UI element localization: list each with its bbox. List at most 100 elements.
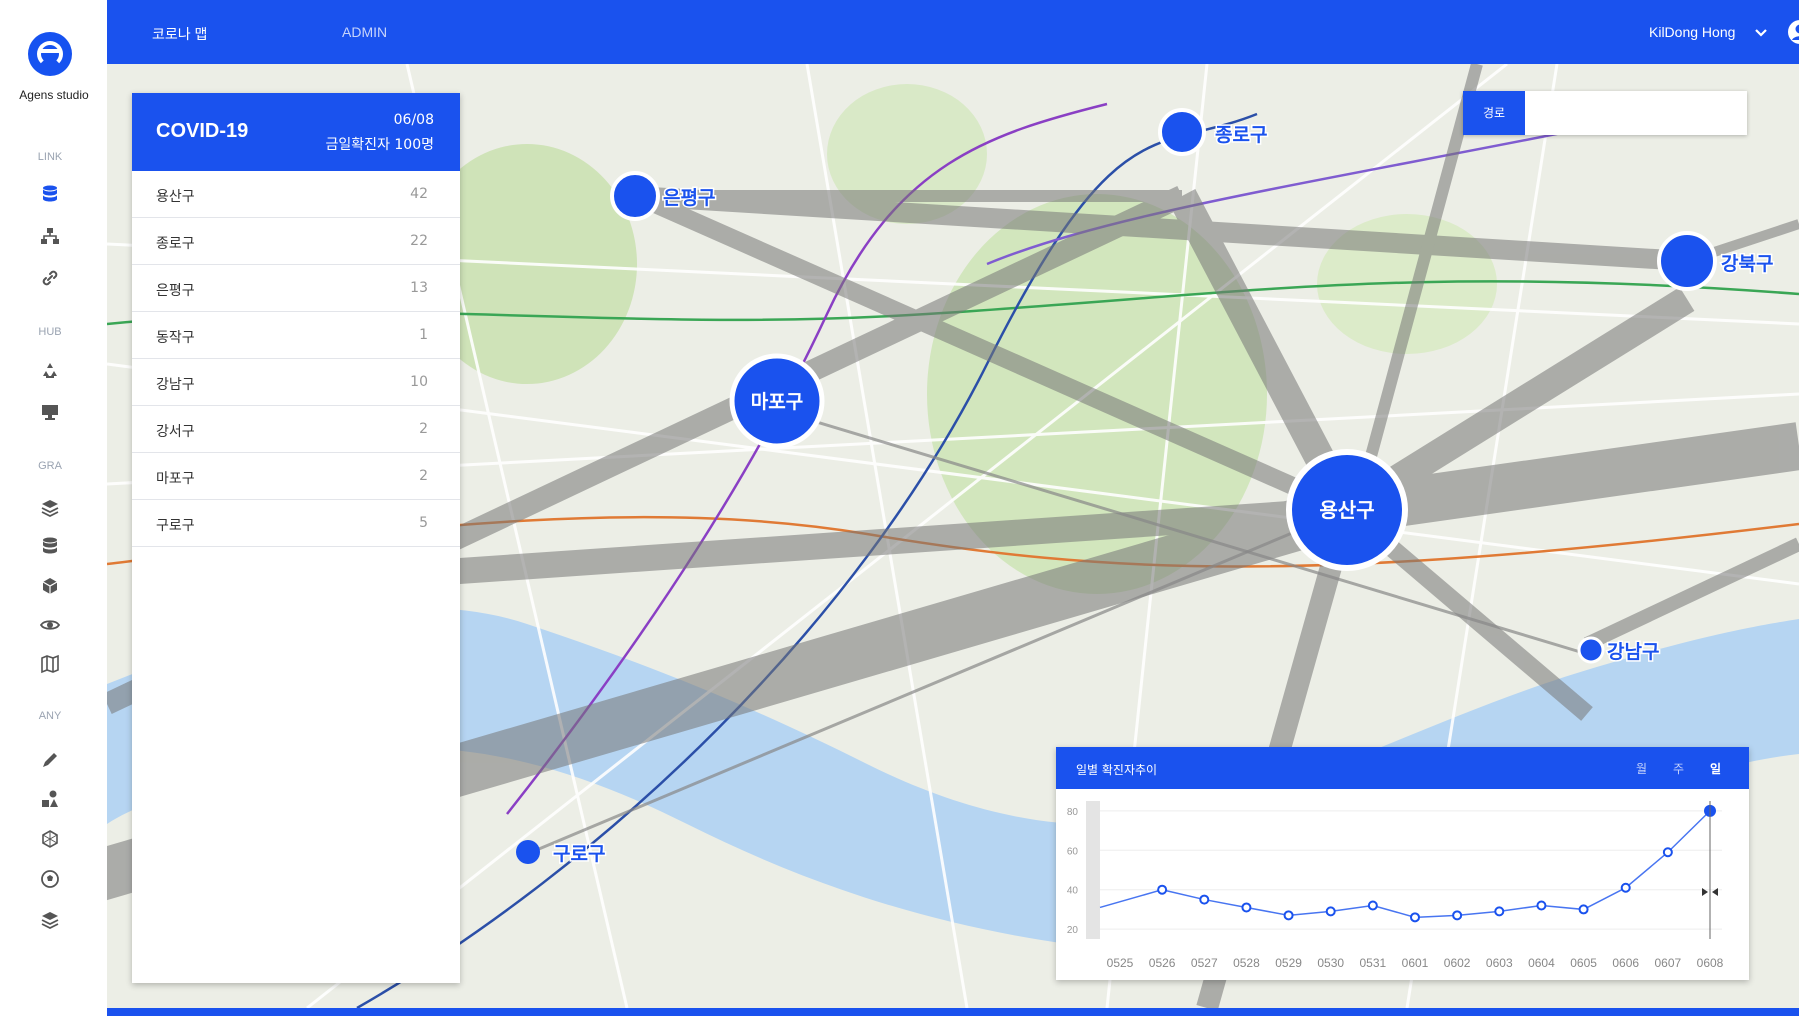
x-tick-label: 0529 [1275, 956, 1302, 970]
polygon-icon[interactable] [38, 827, 62, 851]
rail-section-any: ANY [38, 710, 62, 722]
district-name: 종로구 [156, 236, 195, 252]
cube-icon[interactable] [38, 574, 62, 598]
district-label-gangbuk[interactable]: 강북구 [1720, 252, 1775, 277]
district-name: 마포구 [156, 471, 195, 487]
rail-section-gra: GRA [38, 460, 62, 472]
district-label-mapo[interactable]: 마포구 [751, 391, 803, 413]
x-tick-label: 0531 [1360, 956, 1387, 970]
layers-icon[interactable] [38, 496, 62, 520]
database-icon[interactable] [38, 182, 62, 206]
recycle-icon[interactable] [38, 359, 62, 383]
x-tick-label: 0526 [1149, 956, 1176, 970]
user-name[interactable]: KilDong Hong [1649, 24, 1735, 40]
x-tick-label: 0606 [1612, 956, 1639, 970]
district-row[interactable]: 구로구 5 [132, 500, 460, 547]
x-tick-label: 0602 [1444, 956, 1471, 970]
database-icon[interactable] [38, 534, 62, 558]
data-point [1325, 906, 1336, 917]
rail-section-link: LINK [37, 151, 63, 163]
chart-header: 일별 확진자추이 월 주 일 [1056, 747, 1749, 789]
tab-admin[interactable]: ADMIN [342, 24, 387, 40]
district-name: 구로구 [156, 518, 195, 534]
panel-header: COVID-19 06/08 금일확진자 100명 [132, 93, 460, 171]
tab-day[interactable]: 일 [1710, 760, 1721, 777]
route-input[interactable] [1525, 91, 1747, 135]
x-tick-label: 0607 [1655, 956, 1682, 970]
tab-corona-map[interactable]: 코로나 맵 [152, 24, 207, 44]
data-point [1367, 900, 1378, 911]
data-point [1157, 884, 1168, 895]
shapes-icon[interactable] [38, 787, 62, 811]
district-name: 용산구 [156, 189, 195, 205]
district-count: 13 [410, 280, 428, 296]
link-icon[interactable] [38, 266, 62, 290]
pen-icon[interactable] [38, 748, 62, 772]
data-point [1452, 910, 1463, 921]
district-label-gangnam[interactable]: 강남구 [1606, 640, 1661, 665]
district-row[interactable]: 종로구 22 [132, 218, 460, 265]
daily-trend-chart: 일별 확진자추이 월 주 일 20 40 60 80 0525 0526 0527 0528 0… [1056, 747, 1749, 980]
data-point [1199, 894, 1210, 905]
bottom-bar [107, 1008, 1799, 1016]
x-tick-label: 0527 [1191, 956, 1218, 970]
panel-title: COVID-19 [156, 120, 249, 142]
chart-range-handle [1086, 801, 1100, 939]
covid-panel: COVID-19 06/08 금일확진자 100명 용산구 42 종로구 22 은평… [132, 93, 460, 983]
district-count: 5 [419, 515, 428, 531]
panel-today-cases: 금일확진자 100명 [325, 137, 434, 153]
route-label[interactable]: 경로 [1463, 91, 1525, 135]
network-icon[interactable] [38, 224, 62, 248]
top-bar: 코로나 맵 ADMIN KilDong Hong [107, 0, 1799, 64]
user-avatar-icon[interactable] [1787, 19, 1799, 45]
data-point [1662, 847, 1673, 858]
soccer-ball-icon[interactable] [38, 867, 62, 891]
data-point [1536, 900, 1547, 911]
tab-week[interactable]: 주 [1673, 760, 1684, 777]
stack-icon[interactable] [38, 908, 62, 932]
x-tick-label: 0528 [1233, 956, 1260, 970]
y-tick-label: 20 [1067, 925, 1079, 936]
series-line [1099, 810, 1711, 919]
district-row[interactable]: 동작구 1 [132, 312, 460, 359]
district-row[interactable]: 마포구 2 [132, 453, 460, 500]
district-count: 22 [410, 233, 428, 249]
district-label-eunpyeong[interactable]: 은평구 [662, 186, 717, 211]
district-name: 강남구 [156, 377, 195, 393]
data-point [1620, 882, 1631, 893]
panel-date: 06/08 [393, 112, 434, 128]
logo-text: Agens studio [19, 88, 89, 102]
tab-month[interactable]: 월 [1636, 760, 1647, 777]
district-row[interactable]: 용산구 42 [132, 171, 460, 218]
district-label-guro[interactable]: 구로구 [552, 842, 607, 867]
district-name: 동작구 [156, 330, 195, 346]
x-tick-label: 0605 [1570, 956, 1597, 970]
x-tick-label: 0530 [1317, 956, 1344, 970]
y-tick-label: 80 [1067, 807, 1079, 818]
district-row[interactable]: 강서구 2 [132, 406, 460, 453]
eye-icon[interactable] [38, 613, 62, 637]
data-point [1283, 910, 1294, 921]
district-count: 10 [410, 374, 428, 390]
x-tick-label: 0603 [1486, 956, 1513, 970]
monitor-icon[interactable] [38, 400, 62, 424]
map-icon[interactable] [38, 652, 62, 676]
data-point [1410, 912, 1420, 923]
district-count: 2 [419, 421, 428, 437]
district-row[interactable]: 은평구 13 [132, 265, 460, 312]
district-name: 강서구 [156, 424, 195, 440]
district-label-jongno[interactable]: 종로구 [1214, 123, 1269, 148]
chevron-down-icon[interactable] [1752, 23, 1770, 41]
trend-plot: 20 40 60 80 0525 0526 0527 0528 0529 0530 0531 0601… [1067, 801, 1724, 970]
left-rail: Agens studio LINK HUB GRA ANY [0, 0, 107, 1016]
district-label-yongsan[interactable]: 용산구 [1319, 498, 1374, 522]
district-name: 은평구 [156, 283, 195, 299]
district-count: 2 [419, 468, 428, 484]
x-tick-label: 0608 [1697, 956, 1724, 970]
logo-icon[interactable] [28, 32, 72, 76]
data-point [1241, 902, 1252, 913]
x-tick-label: 0604 [1528, 956, 1555, 970]
district-count: 1 [419, 327, 428, 343]
district-row[interactable]: 강남구 10 [132, 359, 460, 406]
y-tick-label: 40 [1067, 886, 1079, 897]
